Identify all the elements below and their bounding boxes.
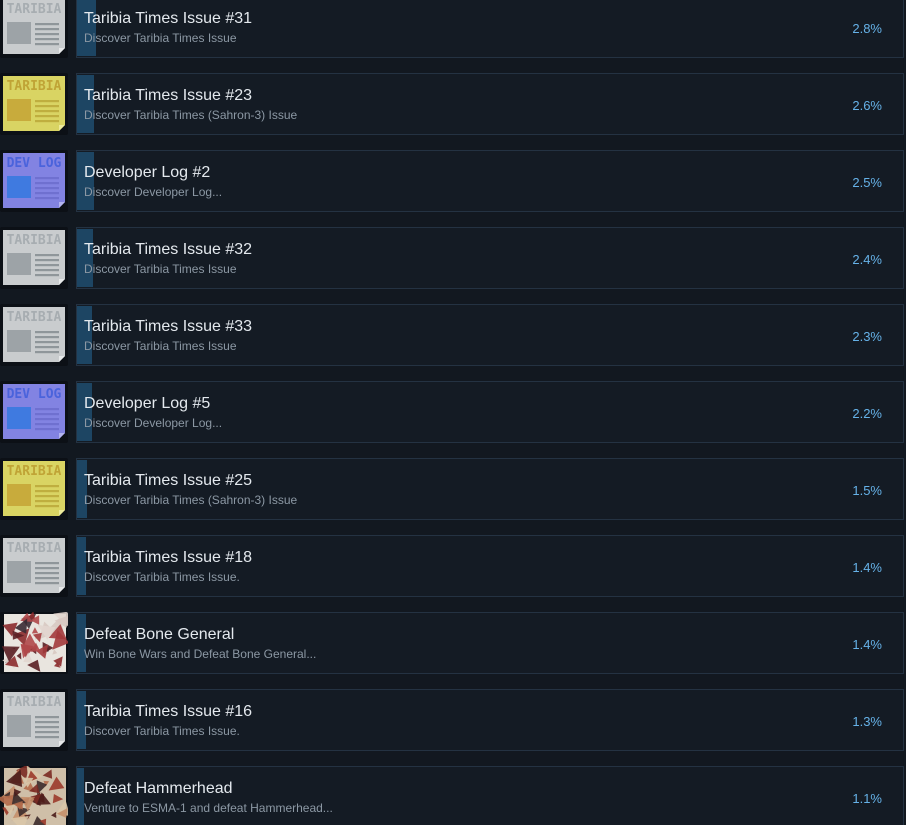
achievement-panel: Taribia Times Issue #32 Discover Taribia …: [76, 227, 904, 289]
taribia-yellow-newspaper-icon: TARIBIA: [0, 458, 68, 520]
svg-text:DEV LOG: DEV LOG: [7, 156, 62, 171]
unlock-progress-bar: [77, 0, 96, 56]
achievement-row[interactable]: DEV LOG Developer Log #5 Discover Develope…: [0, 381, 906, 447]
achievement-description: Discover Taribia Times (Sahron-3) Issue: [84, 108, 298, 122]
achievement-description: Discover Taribia Times Issue: [84, 339, 237, 353]
achievement-description: Discover Taribia Times Issue.: [84, 570, 240, 584]
achievement-panel: Taribia Times Issue #31 Discover Taribia …: [76, 0, 904, 58]
achievement-description: Discover Taribia Times (Sahron-3) Issue: [84, 493, 298, 507]
unlock-percentage: 1.4%: [852, 560, 882, 575]
achievement-panel: Taribia Times Issue #16 Discover Taribia …: [76, 689, 904, 751]
dev-log-newspaper-icon: DEV LOG: [0, 381, 68, 443]
achievement-title: Taribia Times Issue #31: [84, 10, 253, 27]
achievement-panel: Taribia Times Issue #33 Discover Taribia …: [76, 304, 904, 366]
achievement-row[interactable]: DEV LOG Developer Log #2 Discover Develope…: [0, 150, 906, 216]
svg-text:TARIBIA: TARIBIA: [7, 695, 62, 710]
unlock-percentage: 2.2%: [852, 406, 882, 421]
unlock-percentage: 1.4%: [852, 637, 882, 652]
achievement-title: Developer Log #5: [84, 395, 211, 412]
achievement-row[interactable]: TARIBIA Taribia Times Issue #31 Discover T…: [0, 0, 906, 62]
achievement-panel: Taribia Times Issue #23 Discover Taribia …: [76, 73, 904, 135]
achievement-panel: Taribia Times Issue #18 Discover Taribia …: [76, 535, 904, 597]
svg-text:TARIBIA: TARIBIA: [7, 233, 62, 248]
achievement-list: TARIBIA Taribia Times Issue #31 Discover T…: [0, 0, 906, 825]
achievement-panel: Defeat Hammerhead Venture to ESMA-1 and d…: [76, 766, 904, 825]
achievement-row[interactable]: Defeat Bone General Win Bone Wars and Def…: [0, 612, 906, 678]
achievement-title: Developer Log #2: [84, 164, 211, 181]
achievement-description: Discover Taribia Times Issue: [84, 31, 237, 45]
unlock-percentage: 2.5%: [852, 175, 882, 190]
svg-text:TARIBIA: TARIBIA: [7, 464, 62, 479]
unlock-percentage: 2.4%: [852, 252, 882, 267]
unlock-percentage: 2.6%: [852, 98, 882, 113]
achievement-title: Taribia Times Issue #16: [84, 703, 253, 720]
achievement-title: Taribia Times Issue #25: [84, 472, 253, 489]
taribia-yellow-newspaper-icon: TARIBIA: [0, 73, 68, 135]
unlock-percentage: 1.3%: [852, 714, 882, 729]
unlock-progress-bar: [77, 768, 84, 825]
achievement-title: Taribia Times Issue #32: [84, 241, 253, 258]
svg-text:DEV LOG: DEV LOG: [7, 387, 62, 402]
achievement-title: Taribia Times Issue #23: [84, 87, 253, 104]
svg-text:TARIBIA: TARIBIA: [7, 2, 62, 17]
unlock-percentage: 1.5%: [852, 483, 882, 498]
hammerhead-art-icon: [0, 766, 68, 825]
unlock-percentage: 1.1%: [852, 791, 882, 806]
taribia-gray-newspaper-icon: TARIBIA: [0, 689, 68, 751]
achievement-title: Defeat Bone General: [84, 626, 235, 643]
unlock-percentage: 2.3%: [852, 329, 882, 344]
unlock-percentage: 2.8%: [852, 21, 882, 36]
achievement-row[interactable]: TARIBIA Taribia Times Issue #33 Discover T…: [0, 304, 906, 370]
achievement-panel: Taribia Times Issue #25 Discover Taribia …: [76, 458, 904, 520]
taribia-gray-newspaper-icon: TARIBIA: [0, 227, 68, 289]
achievement-row[interactable]: Defeat Hammerhead Venture to ESMA-1 and d…: [0, 766, 906, 825]
achievement-description: Discover Taribia Times Issue.: [84, 724, 240, 738]
achievement-title: Taribia Times Issue #18: [84, 549, 253, 566]
achievement-description: Discover Developer Log...: [84, 185, 223, 199]
achievement-description: Discover Developer Log...: [84, 416, 223, 430]
achievement-row[interactable]: TARIBIA Taribia Times Issue #32 Discover T…: [0, 227, 906, 293]
taribia-gray-newspaper-icon: TARIBIA: [0, 304, 68, 366]
achievement-row[interactable]: TARIBIA Taribia Times Issue #18 Discover T…: [0, 535, 906, 601]
achievement-panel: Developer Log #5 Discover Developer Log..…: [76, 381, 904, 443]
achievement-panel: Defeat Bone General Win Bone Wars and Def…: [76, 612, 904, 674]
svg-text:TARIBIA: TARIBIA: [7, 310, 62, 325]
achievement-title: Taribia Times Issue #33: [84, 318, 253, 335]
bone-general-art-icon: [0, 612, 68, 674]
dev-log-newspaper-icon: DEV LOG: [0, 150, 68, 212]
achievement-description: Venture to ESMA-1 and defeat Hammerhead.…: [84, 801, 333, 815]
achievement-description: Win Bone Wars and Defeat Bone General...: [84, 647, 317, 661]
taribia-gray-newspaper-icon: TARIBIA: [0, 535, 68, 597]
achievement-description: Discover Taribia Times Issue: [84, 262, 237, 276]
achievement-panel: Developer Log #2 Discover Developer Log..…: [76, 150, 904, 212]
svg-text:TARIBIA: TARIBIA: [7, 541, 62, 556]
achievement-title: Defeat Hammerhead: [84, 780, 233, 797]
achievement-row[interactable]: TARIBIA Taribia Times Issue #23 Discover T…: [0, 73, 906, 139]
achievement-row[interactable]: TARIBIA Taribia Times Issue #16 Discover T…: [0, 689, 906, 755]
taribia-gray-newspaper-icon: TARIBIA: [0, 0, 68, 58]
achievement-row[interactable]: TARIBIA Taribia Times Issue #25 Discover T…: [0, 458, 906, 524]
svg-text:TARIBIA: TARIBIA: [7, 79, 62, 94]
